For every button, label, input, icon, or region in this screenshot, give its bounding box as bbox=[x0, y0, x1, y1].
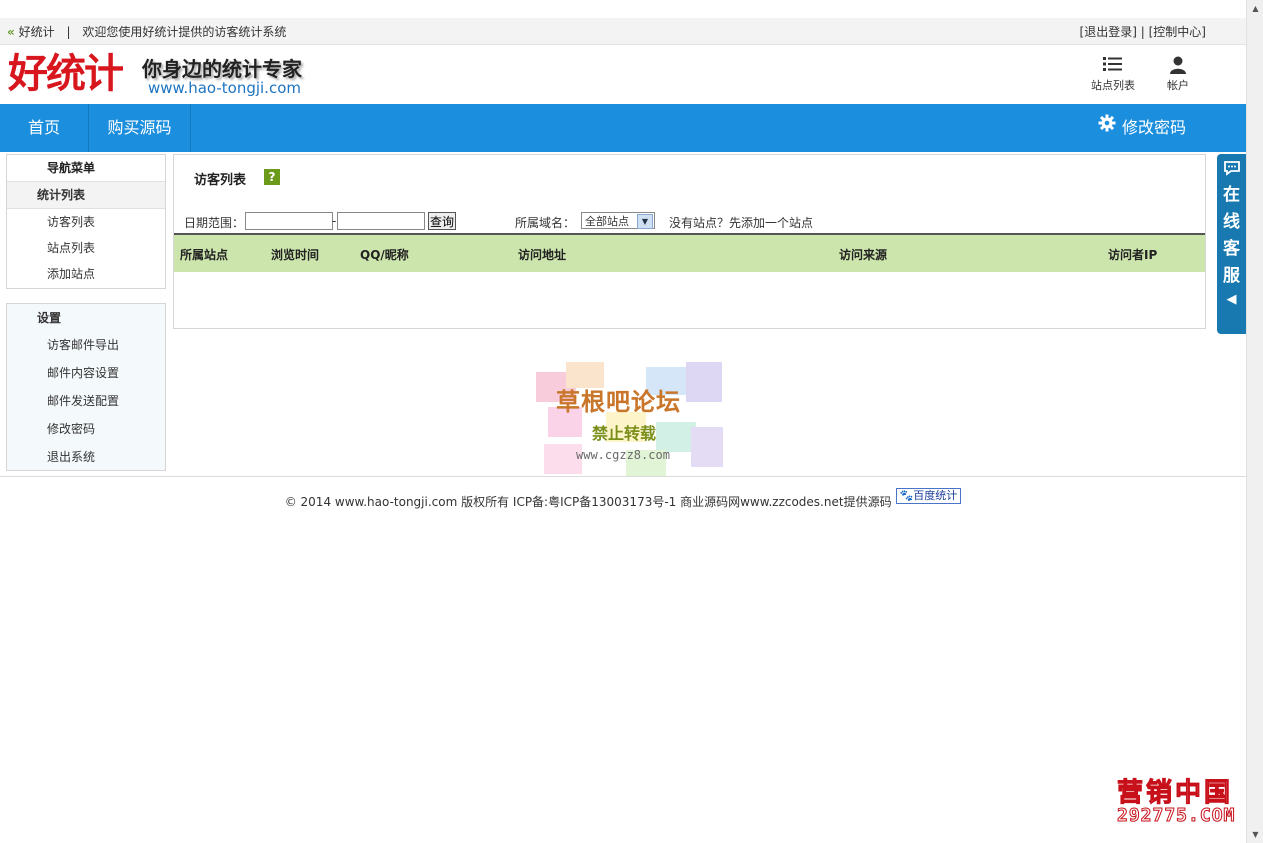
column-visitor-ip: 访问者IP bbox=[1108, 248, 1158, 262]
column-visit-url: 访问地址 bbox=[518, 248, 567, 262]
column-visit-time: 浏览时间 bbox=[271, 248, 320, 262]
query-button[interactable]: 查询 bbox=[428, 212, 456, 230]
user-icon bbox=[1148, 55, 1208, 77]
column-site: 所属站点 bbox=[180, 248, 229, 262]
slogan: 你身边的统计专家 bbox=[142, 57, 302, 81]
watermark-title: 草根吧论坛 bbox=[556, 388, 681, 416]
sidebar-item-visitor-list[interactable]: 访客列表 bbox=[7, 209, 165, 235]
chevron-down-icon: ▼ bbox=[637, 214, 653, 229]
page-title: 访客列表 bbox=[194, 173, 247, 188]
visitor-list-panel: 访客列表 ? 日期范围： - 查询 所属域名： 全部站点 ▼ 没有站点？先添加一… bbox=[173, 154, 1206, 329]
paw-icon: 🐾 bbox=[899, 489, 914, 502]
sidebar-item-email-send-config[interactable]: 邮件发送配置 bbox=[7, 387, 165, 415]
domain-select-value: 全部站点 bbox=[585, 215, 629, 228]
online-service-label: 在 线 客 服 bbox=[1217, 182, 1246, 290]
nav-home[interactable]: 首页 bbox=[0, 104, 89, 152]
filter-bar: 日期范围： - 查询 所属域名： 全部站点 ▼ 没有站点？先添加一个站点 bbox=[184, 212, 1199, 232]
watermark-subtitle: 禁止转载 bbox=[592, 424, 657, 443]
collapse-arrow-icon[interactable]: ◀ bbox=[1217, 292, 1246, 307]
watermark-url: www.cgzz8.com bbox=[576, 448, 670, 462]
service-char: 服 bbox=[1223, 266, 1240, 286]
footer-divider bbox=[0, 476, 1246, 477]
list-icon bbox=[1083, 55, 1143, 77]
sidebar-item-email-content-settings[interactable]: 邮件内容设置 bbox=[7, 359, 165, 387]
sidebar-item-visitor-email-export[interactable]: 访客邮件导出 bbox=[7, 331, 165, 359]
domain-select[interactable]: 全部站点 ▼ bbox=[581, 212, 655, 229]
welcome-text: 欢迎您使用好统计提供的访客统计系统 bbox=[82, 25, 287, 39]
top-bar-left: « 好统计 | 欢迎您使用好统计提供的访客统计系统 bbox=[7, 23, 286, 40]
date-end-input[interactable] bbox=[337, 212, 425, 230]
site-list-label: 站点列表 bbox=[1091, 79, 1135, 92]
brand-title: 营销中国 bbox=[1116, 778, 1234, 809]
service-char: 线 bbox=[1223, 212, 1240, 232]
sidebar-title: 导航菜单 bbox=[7, 155, 165, 182]
double-chevron-left-icon: « bbox=[7, 25, 15, 39]
baidu-stats-badge[interactable]: 🐾百度统计 bbox=[895, 488, 962, 504]
table-header: 所属站点 浏览时间 QQ/昵称 访问地址 访问来源 访问者IP bbox=[174, 233, 1205, 272]
nav-change-password[interactable]: 修改密码 bbox=[1098, 104, 1186, 152]
divider: | bbox=[1140, 25, 1145, 39]
sidebar-group-stats: 统计列表 bbox=[7, 182, 165, 209]
top-bar: « 好统计 | 欢迎您使用好统计提供的访客统计系统 [退出登录] | [控制中心… bbox=[0, 18, 1246, 45]
sidebar-item-logout[interactable]: 退出系统 bbox=[7, 443, 165, 471]
date-dash: - bbox=[332, 214, 337, 228]
nav-change-password-label: 修改密码 bbox=[1121, 118, 1186, 137]
brand-url: 292775.COM bbox=[1116, 805, 1236, 827]
baidu-stats-label: 百度统计 bbox=[913, 489, 958, 502]
logo-url: www.hao-tongji.com bbox=[148, 79, 301, 97]
account-button[interactable]: 帐户 bbox=[1148, 55, 1208, 93]
date-start-input[interactable] bbox=[245, 212, 333, 230]
control-center-link[interactable]: [控制中心] bbox=[1149, 25, 1206, 39]
top-bar-right: [退出登录] | [控制中心] bbox=[1080, 23, 1206, 40]
footer-copyright: © 2014 www.hao-tongji.com 版权所有 ICP备:粤ICP… bbox=[284, 495, 892, 509]
watermark: 草根吧论坛 禁止转载 www.cgzz8.com bbox=[536, 362, 726, 478]
sidebar-group-settings: 设置 bbox=[37, 311, 62, 325]
online-service-widget[interactable]: 在 线 客 服 ◀ bbox=[1217, 154, 1246, 334]
vertical-scrollbar[interactable]: ▲ ▼ bbox=[1246, 0, 1263, 843]
sidebar-nav-menu: 导航菜单 统计列表 访客列表 站点列表 添加站点 bbox=[6, 154, 166, 289]
divider: | bbox=[66, 25, 71, 39]
sidebar-item-site-list[interactable]: 站点列表 bbox=[7, 235, 165, 261]
chat-bubble-icon bbox=[1223, 160, 1241, 176]
domain-label: 所属域名： bbox=[515, 216, 576, 230]
nav-buy-source[interactable]: 购买源码 bbox=[89, 104, 191, 152]
date-range-label: 日期范围： bbox=[184, 216, 245, 230]
column-referrer: 访问来源 bbox=[839, 248, 888, 262]
logo[interactable]: 好统计 bbox=[8, 50, 124, 98]
gear-icon bbox=[1098, 103, 1116, 151]
column-qq-nickname: QQ/昵称 bbox=[360, 248, 409, 262]
logout-link[interactable]: [退出登录] bbox=[1080, 25, 1137, 39]
header: 好统计 你身边的统计专家 www.hao-tongji.com 站点列表 帐户 bbox=[0, 45, 1246, 104]
brand-watermark: 营销中国 292775.COM bbox=[1116, 772, 1242, 828]
help-icon[interactable]: ? bbox=[264, 169, 280, 185]
sidebar-settings: 设置 访客邮件导出 邮件内容设置 邮件发送配置 修改密码 退出系统 bbox=[6, 303, 166, 471]
footer: © 2014 www.hao-tongji.com 版权所有 ICP备:粤ICP… bbox=[0, 488, 1246, 510]
main-nav: 首页 购买源码 修改密码 bbox=[0, 104, 1246, 152]
service-char: 在 bbox=[1223, 185, 1240, 205]
service-char: 客 bbox=[1223, 239, 1240, 259]
scroll-down-icon[interactable]: ▼ bbox=[1247, 826, 1263, 843]
page: « 好统计 | 欢迎您使用好统计提供的访客统计系统 [退出登录] | [控制中心… bbox=[0, 0, 1246, 843]
add-site-hint-link[interactable]: 没有站点？先添加一个站点 bbox=[669, 214, 813, 231]
sidebar-item-add-site[interactable]: 添加站点 bbox=[7, 261, 165, 287]
site-list-button[interactable]: 站点列表 bbox=[1083, 55, 1143, 93]
sidebar-item-change-password[interactable]: 修改密码 bbox=[7, 415, 165, 443]
brand-link[interactable]: 好统计 bbox=[19, 25, 55, 39]
account-label: 帐户 bbox=[1167, 79, 1189, 92]
scroll-up-icon[interactable]: ▲ bbox=[1247, 0, 1263, 17]
